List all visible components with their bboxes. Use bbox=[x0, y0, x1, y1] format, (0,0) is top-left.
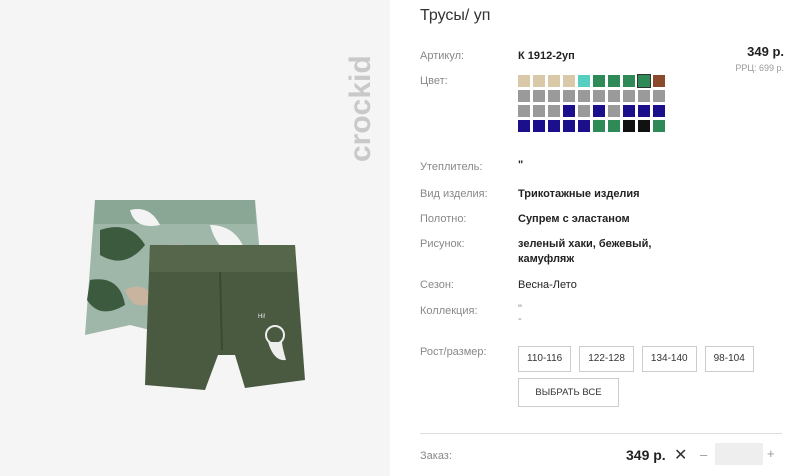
color-swatch[interactable] bbox=[518, 105, 530, 117]
size-option-134-140[interactable]: 134-140 bbox=[641, 346, 697, 372]
article-label: Артикул: bbox=[420, 50, 465, 62]
color-swatch[interactable] bbox=[653, 75, 665, 87]
article-value: К 1912-2уп bbox=[518, 50, 575, 62]
color-swatch[interactable] bbox=[593, 120, 605, 132]
pattern-value-line2: камуфляж bbox=[518, 253, 575, 265]
insulation-label: Утеплитель: bbox=[420, 161, 483, 173]
color-swatch[interactable] bbox=[533, 75, 545, 87]
size-options: 110-116 122-128 134-140 98-104 bbox=[518, 346, 754, 372]
color-swatch[interactable] bbox=[638, 90, 650, 102]
remove-order-icon[interactable]: ✕ bbox=[674, 445, 687, 465]
color-swatch[interactable] bbox=[548, 120, 560, 132]
color-swatch[interactable] bbox=[548, 75, 560, 87]
quantity-input[interactable] bbox=[715, 443, 763, 465]
color-swatch[interactable] bbox=[533, 120, 545, 132]
color-swatch[interactable] bbox=[653, 105, 665, 117]
color-swatch[interactable] bbox=[593, 90, 605, 102]
color-swatch[interactable] bbox=[563, 105, 575, 117]
color-swatch[interactable] bbox=[653, 120, 665, 132]
color-swatch[interactable] bbox=[637, 74, 651, 88]
size-option-98-104[interactable]: 98-104 bbox=[704, 346, 754, 372]
color-swatch[interactable] bbox=[593, 105, 605, 117]
rrp-price: РРЦ: 699 р. bbox=[735, 63, 784, 73]
color-swatch[interactable] bbox=[533, 105, 545, 117]
color-swatch[interactable] bbox=[563, 75, 575, 87]
color-swatch[interactable] bbox=[518, 90, 530, 102]
color-swatch[interactable] bbox=[608, 90, 620, 102]
color-swatch[interactable] bbox=[608, 120, 620, 132]
color-swatch[interactable] bbox=[518, 75, 530, 87]
color-swatch[interactable] bbox=[638, 105, 650, 117]
order-label: Заказ: bbox=[420, 450, 452, 462]
color-swatch[interactable] bbox=[578, 120, 590, 132]
size-label: Рост/размер: bbox=[420, 346, 487, 358]
pattern-value-line1: зеленый хаки, бежевый, bbox=[518, 238, 652, 250]
brand-logo: crockid bbox=[328, 10, 388, 170]
color-swatch[interactable] bbox=[548, 90, 560, 102]
item-type-value: Трикотажные изделия bbox=[518, 188, 640, 200]
collection-label: Коллекция: bbox=[420, 305, 478, 317]
quantity-minus-button[interactable]: – bbox=[700, 447, 707, 462]
color-swatch[interactable] bbox=[548, 105, 560, 117]
color-swatch[interactable] bbox=[518, 120, 530, 132]
color-swatch[interactable] bbox=[593, 75, 605, 87]
color-swatch[interactable] bbox=[638, 120, 650, 132]
size-option-122-128[interactable]: 122-128 bbox=[579, 346, 634, 372]
item-type-label: Вид изделия: bbox=[420, 188, 488, 200]
size-option-110-116[interactable]: 110-116 bbox=[518, 346, 572, 372]
color-swatch[interactable] bbox=[578, 75, 590, 87]
brand-logo-text: crockid bbox=[344, 55, 377, 162]
color-swatch[interactable] bbox=[608, 75, 620, 87]
insulation-value: " bbox=[518, 159, 524, 171]
color-swatch[interactable] bbox=[578, 90, 590, 102]
season-label: Сезон: bbox=[420, 279, 454, 291]
select-all-button[interactable]: ВЫБРАТЬ ВСЕ bbox=[518, 378, 619, 407]
color-swatch[interactable] bbox=[623, 120, 635, 132]
collection-value-line2: - bbox=[518, 313, 522, 325]
product-price: 349 р. bbox=[747, 44, 784, 59]
color-swatch[interactable] bbox=[533, 90, 545, 102]
pattern-label: Рисунок: bbox=[420, 238, 465, 250]
product-photo-panel: crockid Hi! bbox=[0, 0, 390, 476]
order-divider bbox=[420, 433, 782, 434]
season-value: Весна-Лето bbox=[518, 279, 577, 291]
color-swatch[interactable] bbox=[623, 75, 635, 87]
color-swatch[interactable] bbox=[563, 90, 575, 102]
color-swatch[interactable] bbox=[623, 90, 635, 102]
quantity-plus-button[interactable]: + bbox=[767, 446, 775, 461]
svg-text:Hi!: Hi! bbox=[258, 314, 266, 320]
color-swatch[interactable] bbox=[653, 90, 665, 102]
color-swatch[interactable] bbox=[563, 120, 575, 132]
fabric-label: Полотно: bbox=[420, 213, 467, 225]
product-info: Трусы/ уп Артикул: К 1912-2уп 349 р. РРЦ… bbox=[390, 0, 800, 476]
product-image[interactable]: Hi! bbox=[70, 190, 330, 400]
color-swatch[interactable] bbox=[608, 105, 620, 117]
color-swatches bbox=[518, 74, 668, 132]
color-swatch[interactable] bbox=[623, 105, 635, 117]
fabric-value: Супрем с эластаном bbox=[518, 213, 630, 225]
product-title: Трусы/ уп bbox=[420, 7, 491, 24]
color-label: Цвет: bbox=[420, 75, 448, 87]
color-swatch[interactable] bbox=[578, 105, 590, 117]
order-price: 349 р. bbox=[626, 447, 666, 463]
